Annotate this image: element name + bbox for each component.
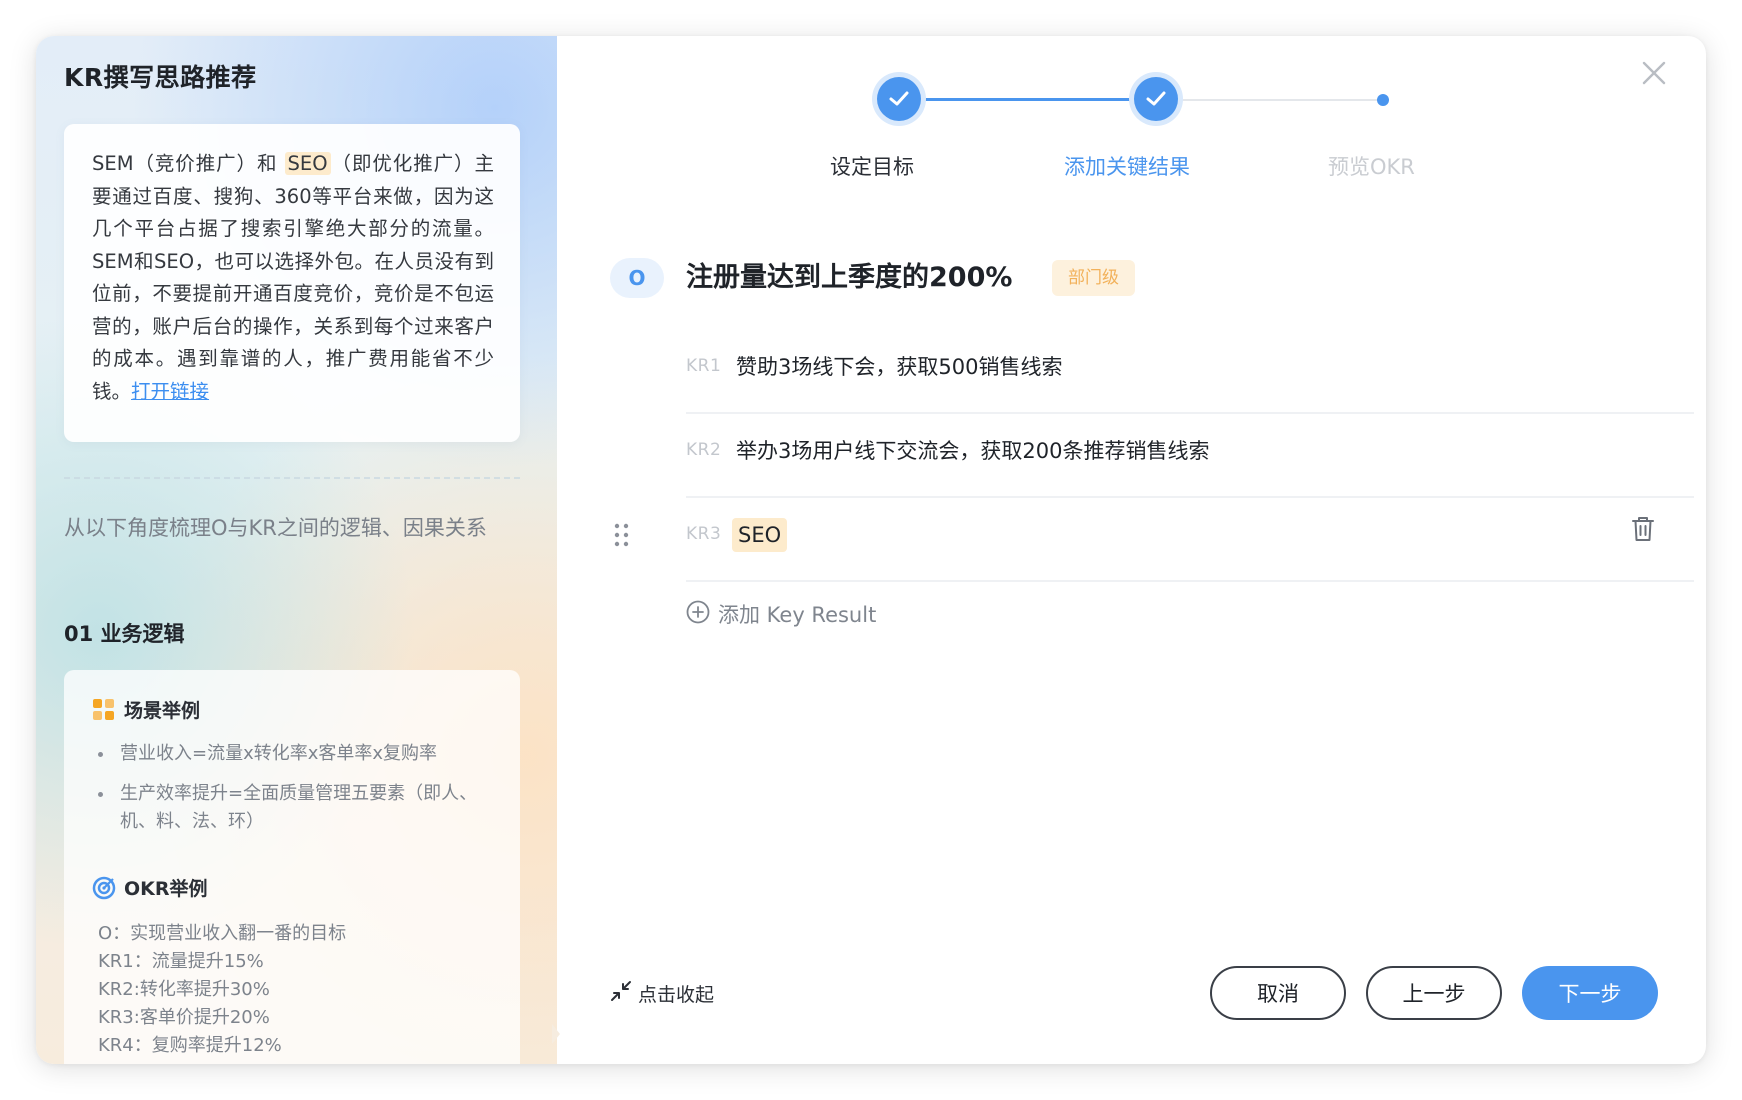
kr-row[interactable]: KR1 赞助3场线下会，获取500销售线索 [686, 328, 1694, 414]
step-connector-done [902, 98, 1150, 101]
okr-example-line: KR4：复购率提升12% [98, 1035, 282, 1056]
guide-title: KR撰写思路推荐 [64, 63, 257, 92]
kr-label: KR1 [686, 356, 722, 376]
scene-title: 场景举例 [124, 700, 201, 722]
add-kr-label: 添加 Key Result [718, 603, 877, 627]
kr-row[interactable]: KR2 举办3场用户线下交流会，获取200条推荐销售线索 [686, 412, 1694, 498]
tip-body: （即优化推广）主要通过百度、搜狗、360等平台来做，因为这几个平台占据了搜索引擎… [92, 152, 494, 403]
objective-level-tag: 部门级 [1052, 260, 1135, 296]
okr-example-header: OKR举例 [92, 874, 208, 901]
kr-label: KR3 [686, 524, 722, 544]
step-label-set-goal[interactable]: 设定目标 [830, 151, 914, 181]
step-1-check-icon [877, 77, 921, 121]
scene-header: 场景举例 [92, 696, 200, 723]
delete-icon[interactable] [1630, 515, 1656, 543]
kr-row[interactable]: KR3 SEO [686, 496, 1694, 582]
okr-modal: KR撰写思路推荐 SEM（竞价推广）和 SEO （即优化推广）主要通过百度、搜狗、… [36, 36, 1706, 1064]
tip-highlight: SEO [284, 152, 331, 175]
collapse-arrows-icon [610, 980, 632, 1007]
okr-example-line: KR1：流量提升15% [98, 951, 264, 972]
plus-circle-icon [686, 600, 710, 629]
okr-example-line: KR2:转化率提升30% [98, 979, 270, 1000]
okr-example-lines: O：实现营业收入翻一番的目标 KR1：流量提升15% KR2:转化率提升30% … [98, 920, 346, 1060]
divider [64, 477, 520, 479]
panel-notch [552, 1024, 560, 1044]
scene-bullet: 营业收入=流量x转化率x客单率x复购率 [98, 740, 492, 768]
step-connector-pending [1160, 99, 1380, 101]
grid-icon [92, 698, 116, 722]
prev-step-button[interactable]: 上一步 [1366, 966, 1502, 1020]
step-label-preview: 预览OKR [1328, 155, 1415, 179]
objective-title[interactable]: 注册量达到上季度的200% [686, 258, 1012, 298]
scene-bullet: 生产效率提升=全面质量管理五要素（即人、机、料、法、环） [98, 780, 492, 836]
step-3-dot [1377, 94, 1389, 106]
okr-example-line: KR3:客单价提升20% [98, 1007, 270, 1028]
kr-text[interactable]: SEO [732, 518, 788, 552]
collapse-label: 点击收起 [638, 984, 715, 1006]
kr-label: KR2 [686, 440, 722, 460]
example-card: 场景举例 营业收入=流量x转化率x客单率x复购率 生产效率提升=全面质量管理五要… [64, 670, 520, 1064]
okr-example-title: OKR举例 [124, 878, 208, 900]
drag-handle-icon[interactable] [613, 522, 631, 548]
collapse-button[interactable]: 点击收起 [610, 980, 714, 1007]
kr-text[interactable]: 举办3场用户线下交流会，获取200条推荐销售线索 [736, 436, 1209, 466]
step-2-check-icon [1134, 77, 1178, 121]
cancel-button[interactable]: 取消 [1210, 966, 1346, 1020]
open-link[interactable]: 打开链接 [131, 380, 209, 403]
step-label-add-kr[interactable]: 添加关键结果 [1064, 151, 1190, 181]
add-kr-button[interactable]: 添加 Key Result [686, 599, 876, 629]
kr-guide-panel: KR撰写思路推荐 SEM（竞价推广）和 SEO （即优化推广）主要通过百度、搜狗、… [36, 36, 557, 1064]
target-icon [92, 876, 116, 900]
tip-text: SEM（竞价推广）和 SEO （即优化推广）主要通过百度、搜狗、360等平台来做，… [92, 148, 494, 408]
section-title: 01 业务逻辑 [64, 622, 185, 646]
kr-text[interactable]: 赞助3场线下会，获取500销售线索 [736, 352, 1062, 382]
close-icon[interactable] [1641, 60, 1667, 86]
next-step-button[interactable]: 下一步 [1522, 966, 1658, 1020]
okr-example-line: O：实现营业收入翻一番的目标 [98, 923, 347, 944]
tip-prefix: SEM（竞价推广）和 [92, 152, 285, 175]
tip-card: SEM（竞价推广）和 SEO （即优化推广）主要通过百度、搜狗、360等平台来做，… [64, 124, 520, 442]
logic-hint: 从以下角度梳理O与KR之间的逻辑、因果关系 [64, 516, 487, 540]
objective-badge: O [610, 258, 664, 298]
